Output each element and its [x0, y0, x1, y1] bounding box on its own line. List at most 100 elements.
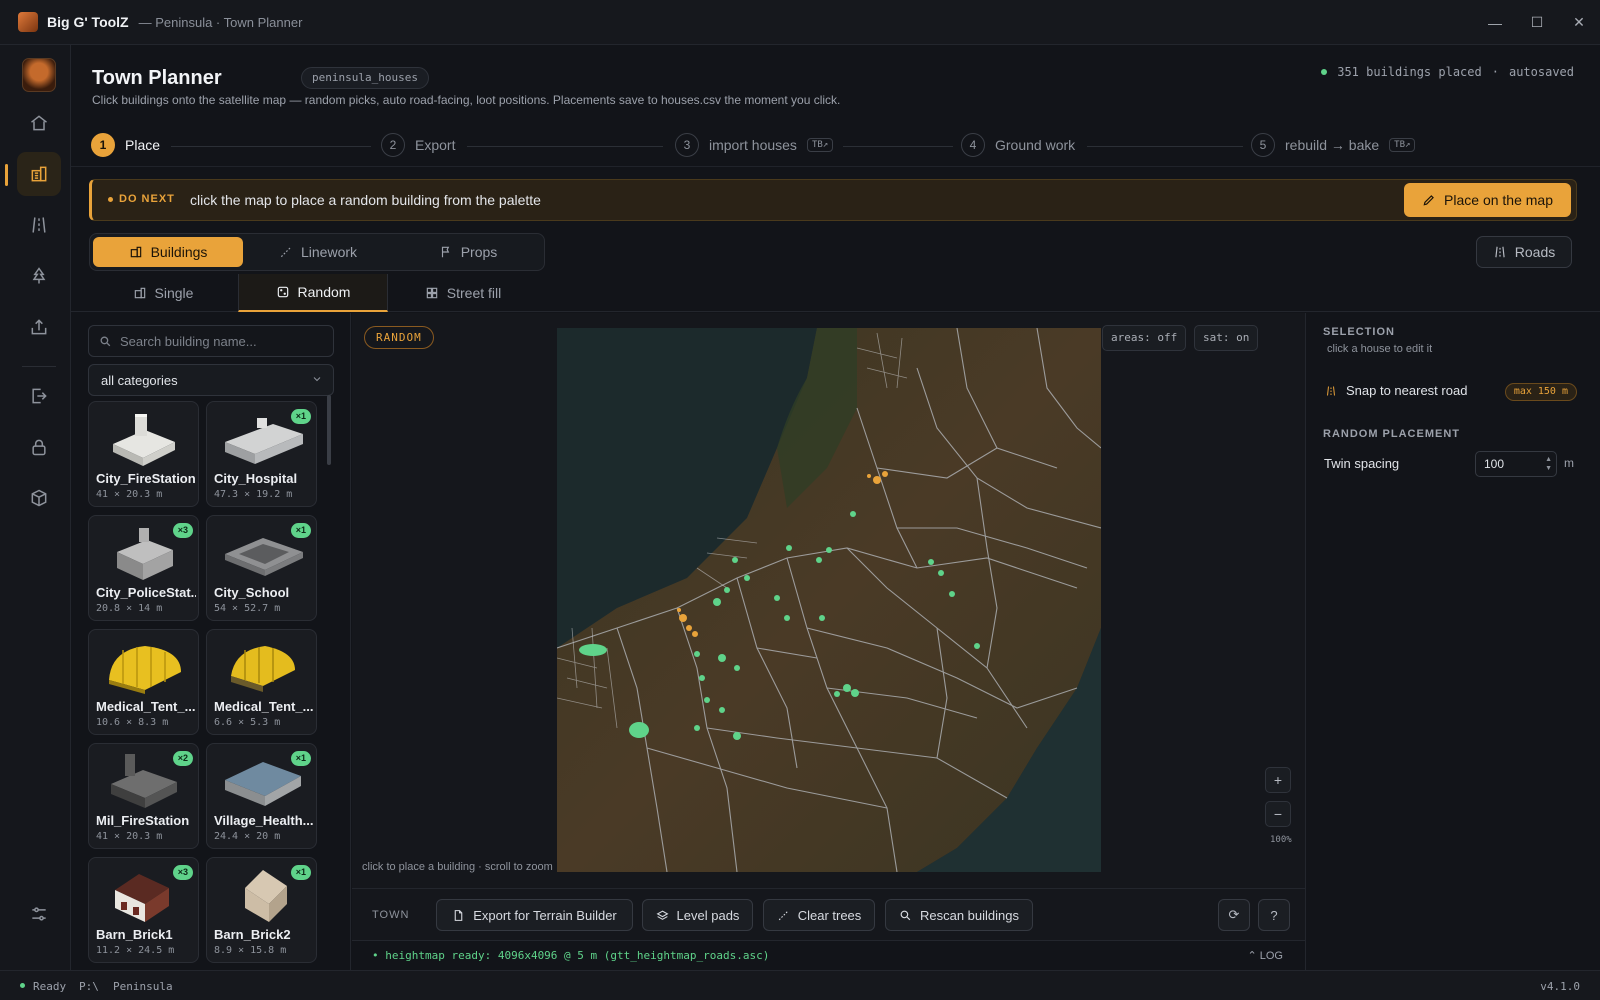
- step-ground-work[interactable]: 4 Ground work: [961, 133, 1075, 157]
- do-next-label-text: DO NEXT: [119, 193, 175, 205]
- terrain-builder-tag: TB↗: [1389, 138, 1416, 152]
- sliders-icon[interactable]: [17, 892, 61, 936]
- maximize-button[interactable]: ☐: [1516, 0, 1558, 45]
- log-message: • heightmap ready: 4096x4096 @ 5 m (gtt_…: [372, 949, 770, 962]
- help-button[interactable]: ?: [1258, 899, 1290, 931]
- building-card[interactable]: Medical_Tent_... 10.6 × 8.3 m: [88, 629, 199, 735]
- step-rebuild-bake[interactable]: 5 rebuild → bake TB↗: [1251, 133, 1416, 157]
- building-card[interactable]: ×1 Village_Health... 24.4 × 20 m: [206, 743, 317, 849]
- building-card[interactable]: ×1 City_School 54 × 52.7 m: [206, 515, 317, 621]
- log-toggle-button[interactable]: ⌃ LOG: [1247, 949, 1283, 962]
- home-icon[interactable]: [17, 101, 61, 145]
- tab-label: Random: [297, 284, 351, 300]
- building-card[interactable]: ×3 Barn_Brick1 11.2 × 24.5 m: [88, 857, 199, 963]
- placed-count: 351 buildings placed: [1337, 65, 1482, 79]
- rescan-buildings-button[interactable]: Rescan buildings: [885, 899, 1033, 931]
- step-number: 1: [91, 133, 115, 157]
- upload-icon[interactable]: [17, 305, 61, 349]
- level-pads-button[interactable]: Level pads: [642, 899, 753, 931]
- building-name: Barn_Brick2: [214, 927, 291, 942]
- placed-count-badge: ×1: [290, 865, 311, 880]
- button-label: Clear trees: [797, 907, 862, 923]
- roads-button[interactable]: Roads: [1476, 236, 1572, 268]
- status-dot-icon: [1321, 69, 1328, 75]
- tab-label: Linework: [300, 244, 358, 260]
- tab-buildings[interactable]: Buildings: [93, 237, 243, 267]
- terrain-builder-tag: TB↗: [806, 138, 834, 152]
- tree-icon[interactable]: [17, 254, 61, 298]
- tab-props[interactable]: Props: [393, 237, 543, 267]
- tab-street-fill[interactable]: Street fill: [388, 274, 538, 312]
- cube-icon[interactable]: [17, 476, 61, 520]
- app-logo-icon: [18, 12, 38, 32]
- building-card[interactable]: City_FireStation 41 × 20.3 m: [88, 401, 199, 507]
- status-separator: ·: [1491, 65, 1499, 79]
- close-button[interactable]: ✕: [1558, 0, 1600, 45]
- zoom-level: 100%: [1270, 835, 1292, 845]
- inspector-panel: SELECTION click a house to edit it Snap …: [1305, 313, 1600, 970]
- areas-toggle[interactable]: areas: off: [1102, 325, 1187, 351]
- building-card[interactable]: ×3 City_PoliceStat... 20.8 × 14 m: [88, 515, 199, 621]
- palette-scrollbar[interactable]: [327, 395, 331, 465]
- step-place[interactable]: 1 Place: [91, 133, 160, 157]
- title-bar: Big G' ToolZ — Peninsula · Town Planner …: [0, 0, 1600, 45]
- do-next-banner: DO NEXT click the map to place a random …: [89, 179, 1577, 221]
- minimize-button[interactable]: —: [1474, 0, 1516, 45]
- placed-count-badge: ×3: [172, 523, 193, 538]
- satellite-map[interactable]: [557, 328, 1101, 872]
- drive-path: P:\: [79, 980, 99, 993]
- lock-icon[interactable]: [17, 425, 61, 469]
- snap-to-road-toggle[interactable]: Snap to nearest road: [1325, 383, 1467, 398]
- category-select[interactable]: all categories: [88, 364, 334, 396]
- page-header: Town Planner peninsula_houses Click buil…: [71, 45, 1600, 115]
- satellite-toggle[interactable]: sat: on: [1194, 325, 1259, 351]
- refresh-button[interactable]: ⟳: [1218, 899, 1250, 931]
- building-dims: 41 × 20.3 m: [96, 489, 163, 500]
- step-export[interactable]: 2 Export: [381, 133, 455, 157]
- tab-single[interactable]: Single: [88, 274, 238, 312]
- buildings-icon[interactable]: [17, 152, 61, 196]
- building-thumbnail-icon: [113, 414, 175, 466]
- export-icon[interactable]: [17, 374, 61, 418]
- snap-label: Snap to nearest road: [1346, 383, 1468, 398]
- roads-icon[interactable]: [17, 203, 61, 247]
- step-label: Place: [125, 137, 161, 153]
- building-dims: 54 × 52.7 m: [214, 603, 281, 614]
- placement-status: 351 buildings placed · autosaved: [1321, 65, 1574, 79]
- tab-random[interactable]: Random: [238, 274, 388, 312]
- building-name: City_PoliceStat...: [96, 585, 196, 600]
- step-label: Ground work: [995, 137, 1076, 153]
- mode-tabs: Buildings Linework Props: [89, 233, 545, 271]
- selection-hint: click a house to edit it: [1327, 343, 1433, 355]
- export-terrain-builder-button[interactable]: Export for Terrain Builder: [436, 899, 633, 931]
- placed-count-badge: ×3: [172, 865, 193, 880]
- building-name: Mil_FireStation: [96, 813, 190, 828]
- search-input[interactable]: [120, 333, 320, 349]
- step-import-houses[interactable]: 3 import houses TB↗: [675, 133, 834, 157]
- building-card[interactable]: ×1 City_Hospital 47.3 × 19.2 m: [206, 401, 317, 507]
- do-next-label: DO NEXT: [108, 193, 175, 205]
- workflow-stepper: 1 Place 2 Export 3 import houses TB↗ 4 G…: [71, 127, 1600, 167]
- step-number: 2: [381, 133, 405, 157]
- tent-thumbnail-icon: [109, 646, 181, 694]
- twin-spacing-input[interactable]: [1476, 452, 1536, 476]
- ready-dot-icon: [20, 983, 25, 988]
- building-card[interactable]: ×2 Mil_FireStation 41 × 20.3 m: [88, 743, 199, 849]
- clear-icon: [778, 910, 788, 920]
- mode-chip: RANDOM: [364, 326, 434, 349]
- building-dims: 20.8 × 14 m: [96, 603, 163, 614]
- stepper-arrows-icon[interactable]: ▲ ▼: [1545, 455, 1552, 473]
- building-card[interactable]: ×1 Barn_Brick2 8.9 × 15.8 m: [206, 857, 317, 963]
- linework-icon: [280, 246, 292, 258]
- tab-linework[interactable]: Linework: [243, 237, 393, 267]
- clear-trees-button[interactable]: Clear trees: [763, 899, 875, 931]
- pencil-icon: [1423, 195, 1434, 206]
- page-description: Click buildings onto the satellite map —…: [92, 93, 841, 107]
- place-on-map-button[interactable]: Place on the map: [1404, 183, 1571, 217]
- zoom-out-button[interactable]: −: [1265, 801, 1291, 827]
- building-name: Medical_Tent_...: [214, 699, 314, 714]
- building-card[interactable]: Medical_Tent_... 6.6 × 5.3 m: [206, 629, 317, 735]
- zoom-in-button[interactable]: +: [1265, 767, 1291, 793]
- status-bar: Ready P:\ Peninsula v4.1.0: [0, 970, 1600, 1000]
- step-connector: [467, 146, 663, 147]
